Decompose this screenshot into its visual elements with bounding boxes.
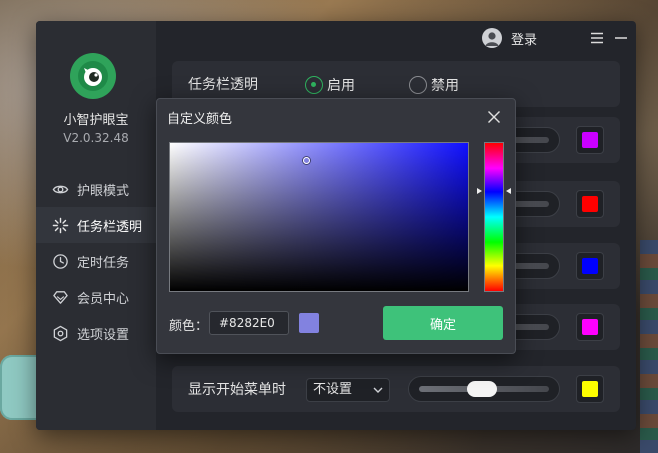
enable-radio-label: 启用 bbox=[327, 78, 355, 94]
chevron-down-icon bbox=[373, 387, 383, 393]
disable-radio[interactable]: 禁用 bbox=[409, 75, 459, 95]
sidebar: 小智护眼宝 V2.0.32.48 护眼模式 任务栏透明 定时任务 会员中心 选项… bbox=[36, 21, 156, 430]
login-link[interactable]: 登录 bbox=[511, 29, 537, 48]
color-label: 颜色： bbox=[169, 319, 209, 334]
enable-radio[interactable]: 启用 bbox=[305, 75, 355, 95]
color-swatch bbox=[582, 319, 598, 335]
app-name: 小智护眼宝 bbox=[63, 113, 129, 128]
slider-thumb[interactable] bbox=[467, 381, 497, 397]
transparency-slider[interactable] bbox=[408, 376, 560, 402]
sidebar-item-label: 选项设置 bbox=[77, 327, 130, 343]
close-button[interactable] bbox=[634, 29, 636, 47]
color-swatch bbox=[582, 381, 598, 397]
color-preview-swatch bbox=[299, 313, 319, 333]
sidebar-item-options-settings[interactable]: 选项设置 bbox=[36, 315, 156, 351]
sidebar-item-taskbar-transparent[interactable]: 任务栏透明 bbox=[36, 207, 156, 243]
close-icon bbox=[488, 111, 500, 123]
sidebar-item-member-center[interactable]: 会员中心 bbox=[36, 279, 156, 315]
close-icon bbox=[634, 29, 636, 47]
dialog-title: 自定义颜色 bbox=[167, 112, 233, 127]
color-swatch-button[interactable] bbox=[576, 313, 604, 341]
confirm-button[interactable]: 确定 bbox=[383, 306, 503, 340]
diamond-icon bbox=[53, 290, 68, 304]
hexagon-settings-icon bbox=[53, 325, 68, 341]
desktop-wallpaper-books bbox=[640, 240, 658, 453]
eye-icon bbox=[52, 185, 69, 193]
radio-unselected-icon bbox=[409, 76, 427, 94]
sidebar-nav: 护眼模式 任务栏透明 定时任务 会员中心 选项设置 bbox=[36, 171, 156, 351]
avatar-icon[interactable] bbox=[482, 28, 502, 48]
hue-arrow-right-icon bbox=[506, 188, 511, 194]
start-menu-select-value: 不设置 bbox=[313, 382, 353, 397]
color-swatch-button[interactable] bbox=[576, 252, 604, 280]
hue-slider[interactable] bbox=[484, 142, 504, 292]
title-bar: 登录 bbox=[156, 21, 636, 55]
sidebar-item-label: 任务栏透明 bbox=[77, 219, 143, 235]
color-picker-cursor[interactable] bbox=[303, 157, 310, 164]
app-version: V2.0.32.48 bbox=[63, 131, 129, 145]
start-menu-select[interactable]: 不设置 bbox=[306, 378, 390, 402]
menu-button[interactable] bbox=[588, 29, 606, 47]
sparkle-icon bbox=[52, 217, 69, 233]
clock-icon bbox=[53, 253, 68, 269]
hex-color-input[interactable] bbox=[209, 311, 289, 335]
saturation-value-picker[interactable] bbox=[169, 142, 469, 292]
start-menu-label: 显示开始菜单时 bbox=[188, 382, 286, 398]
sidebar-item-scheduled-task[interactable]: 定时任务 bbox=[36, 243, 156, 279]
taskbar-transparent-label: 任务栏透明 bbox=[188, 77, 258, 93]
menu-icon bbox=[591, 32, 603, 44]
app-logo-icon bbox=[70, 53, 116, 99]
minimize-button[interactable] bbox=[612, 29, 630, 47]
color-swatch-button[interactable] bbox=[576, 375, 604, 403]
minimize-icon bbox=[615, 37, 627, 39]
sidebar-item-label: 护眼模式 bbox=[77, 183, 130, 199]
color-swatch-button[interactable] bbox=[576, 126, 604, 154]
disable-radio-label: 禁用 bbox=[431, 78, 459, 94]
sidebar-item-label: 会员中心 bbox=[77, 291, 130, 307]
color-swatch-button[interactable] bbox=[576, 190, 604, 218]
radio-selected-icon bbox=[305, 76, 323, 94]
custom-color-dialog: 自定义颜色 颜色： 确定 bbox=[156, 98, 516, 354]
color-swatch bbox=[582, 196, 598, 212]
color-swatch bbox=[582, 258, 598, 274]
hue-arrow-left-icon bbox=[477, 188, 482, 194]
color-swatch bbox=[582, 132, 598, 148]
desktop-wallpaper-controller bbox=[0, 355, 40, 420]
start-menu-row: 显示开始菜单时 不设置 bbox=[172, 366, 620, 412]
sidebar-item-eye-mode[interactable]: 护眼模式 bbox=[36, 171, 156, 207]
dialog-close-button[interactable] bbox=[487, 109, 501, 123]
sidebar-item-label: 定时任务 bbox=[77, 255, 130, 271]
